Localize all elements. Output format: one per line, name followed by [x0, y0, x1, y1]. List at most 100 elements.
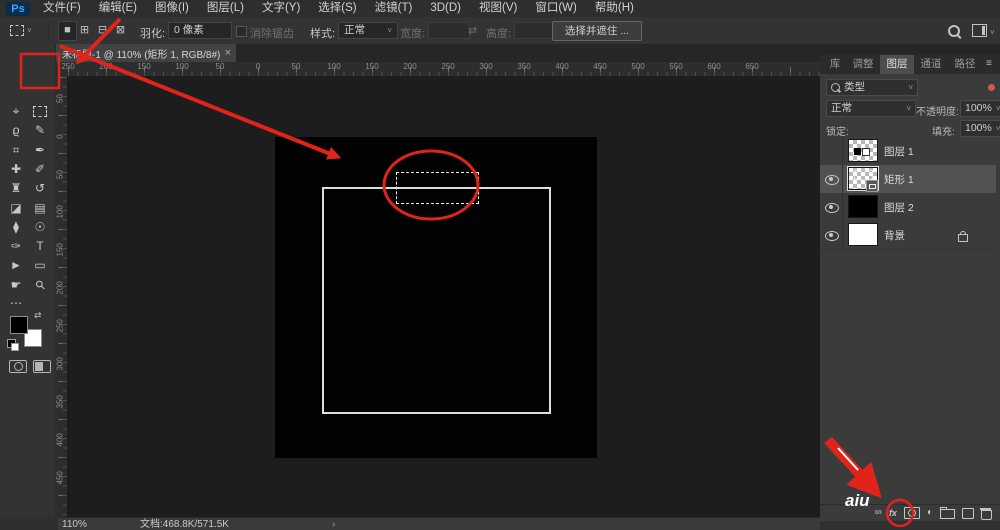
v-ruler-label: 0	[56, 131, 65, 143]
menu-view[interactable]: 视图(V)	[470, 0, 526, 17]
zoom-tool[interactable]: ⚲	[29, 276, 51, 294]
new-selection[interactable]: ■	[58, 21, 77, 41]
visibility-toggle-empty[interactable]	[820, 137, 843, 165]
menu-image[interactable]: 图像(I)	[146, 0, 198, 17]
eraser-tool[interactable]: ◪	[5, 199, 27, 217]
canvas[interactable]	[275, 137, 597, 458]
swap-dimensions-icon[interactable]: ⇄	[468, 24, 477, 37]
menu-filter[interactable]: 滤镜(T)	[366, 0, 422, 17]
add-to-selection[interactable]: ⊞	[76, 21, 93, 39]
blend-mode-dropdown[interactable]: 正常 ˅	[826, 100, 916, 117]
zoom-level[interactable]: 110%	[62, 518, 87, 530]
layer-thumbnail[interactable]	[848, 195, 878, 218]
dodge-tool[interactable]: ☉	[29, 218, 51, 236]
new-group-icon[interactable]	[940, 509, 955, 519]
panel-tab-路径[interactable]: 路径	[948, 55, 982, 74]
link-layers-icon[interactable]: ∞	[875, 505, 882, 521]
history-brush-tool[interactable]: ↺	[29, 179, 51, 197]
fill-field[interactable]: 100% ˅	[960, 120, 1000, 137]
brush-tool[interactable]: ✐	[29, 160, 51, 178]
panel-menu-icon[interactable]: ≡	[986, 58, 992, 69]
search-icon[interactable]	[948, 25, 960, 37]
menu-layer[interactable]: 图层(L)	[198, 0, 253, 17]
layer-name[interactable]: 图层 1	[884, 144, 914, 159]
visibility-eye-toggle[interactable]	[820, 193, 843, 221]
menu-file[interactable]: 文件(F)	[34, 0, 90, 17]
blur-tool[interactable]: ⧫	[5, 218, 27, 236]
panel-tab-通道[interactable]: 通道	[914, 55, 948, 74]
quick-selection-tool[interactable]: ✎	[29, 121, 51, 139]
select-and-mask-button[interactable]: 选择并遮住 ...	[552, 21, 642, 41]
delete-layer-icon[interactable]	[981, 510, 992, 520]
layer-style-icon[interactable]: fx	[889, 505, 897, 521]
filter-kind-dropdown[interactable]: 类型 ˅	[826, 79, 918, 96]
tools-panel: ⌖ϱ✎⌗✒✚✐♜↺◪▤⧫☉✑T►▭☛⚲ ⋯ ⇄	[0, 44, 56, 517]
filter-toggle[interactable]	[988, 84, 995, 91]
edit-toolbar-button[interactable]: ⋯	[5, 294, 27, 312]
swap-colors-icon[interactable]: ⇄	[34, 310, 42, 321]
opacity-field[interactable]: 100% ˅	[960, 100, 1000, 117]
height-input[interactable]	[514, 22, 556, 39]
v-ruler-label: 200	[56, 283, 65, 295]
style-dropdown[interactable]: 正常 ˅	[338, 22, 398, 39]
chevron-down-icon[interactable]: ˅	[990, 28, 995, 37]
chevron-down-icon: ˅	[27, 26, 32, 35]
layer-row[interactable]: 背景	[820, 221, 996, 250]
feather-input[interactable]: 0 像素	[168, 22, 232, 39]
visibility-eye-toggle[interactable]	[820, 165, 843, 193]
clone-stamp-tool[interactable]: ♜	[5, 179, 27, 197]
document-tab[interactable]: 未标题-1 @ 110% (矩形 1, RGB/8#) * ×	[56, 44, 236, 62]
crop-tool[interactable]: ⌗	[5, 141, 27, 159]
eyedropper-tool[interactable]: ✒	[29, 141, 51, 159]
v-ruler-label: 50	[56, 169, 65, 181]
menu-select[interactable]: 选择(S)	[309, 0, 365, 17]
pen-tool[interactable]: ✑	[5, 237, 27, 255]
lasso-tool[interactable]: ϱ	[5, 121, 27, 139]
panel-tab-调整[interactable]: 调整	[846, 55, 880, 74]
spot-healing-brush-tool[interactable]: ✚	[5, 160, 27, 178]
menu-3d[interactable]: 3D(D)	[421, 0, 470, 17]
rectangle-tool[interactable]: ▭	[29, 256, 51, 274]
add-layer-mask-icon[interactable]	[904, 507, 920, 519]
hand-tool[interactable]: ☛	[5, 276, 27, 294]
h-ruler-label: 500	[631, 62, 644, 71]
layer-thumbnail[interactable]	[848, 139, 878, 162]
menu-window[interactable]: 窗口(W)	[526, 0, 586, 17]
menu-type[interactable]: 文字(Y)	[253, 0, 309, 17]
visibility-eye-toggle[interactable]	[820, 221, 843, 249]
h-ruler-label: 100	[175, 62, 188, 71]
layer-thumbnail[interactable]	[848, 223, 878, 246]
horizontal-ruler[interactable]: 2502001501005005010015020025030035040045…	[67, 62, 820, 77]
layer-row[interactable]: 矩形 1	[820, 165, 996, 194]
tool-preset-picker[interactable]: ˅	[6, 21, 44, 40]
quick-mask-button[interactable]	[9, 360, 27, 373]
pasteboard[interactable]	[67, 76, 820, 517]
move-tool[interactable]: ⌖	[5, 102, 27, 120]
gradient-tool[interactable]: ▤	[29, 199, 51, 217]
path-selection-tool[interactable]: ►	[5, 256, 27, 274]
close-tab-icon[interactable]: ×	[225, 47, 236, 59]
status-chevron-icon[interactable]: ›	[332, 518, 335, 530]
layer-row[interactable]: 图层 2	[820, 193, 996, 222]
intersect-selection[interactable]: ⊠	[112, 21, 129, 39]
type-tool[interactable]: T	[29, 237, 51, 255]
subtract-from-selection[interactable]: ⊟	[94, 21, 111, 39]
layer-name[interactable]: 背景	[884, 228, 905, 243]
new-layer-icon[interactable]	[962, 508, 974, 519]
rectangular-marquee-tool[interactable]	[29, 102, 51, 120]
menu-edit[interactable]: 编辑(E)	[90, 0, 146, 17]
layer-row[interactable]: 图层 1	[820, 137, 996, 166]
panel-tab-库[interactable]: 库	[824, 55, 846, 74]
layer-name[interactable]: 图层 2	[884, 200, 914, 215]
workspace-switcher-icon[interactable]	[972, 24, 987, 37]
width-input[interactable]	[428, 22, 470, 39]
foreground-color-swatch[interactable]	[10, 316, 28, 334]
menu-items: 文件(F)编辑(E)图像(I)图层(L)文字(Y)选择(S)滤镜(T)3D(D)…	[34, 0, 643, 17]
default-colors-icon[interactable]	[7, 339, 16, 348]
panel-tab-图层[interactable]: 图层	[880, 55, 914, 74]
menu-help[interactable]: 帮助(H)	[586, 0, 643, 17]
antialias-checkbox[interactable]	[236, 26, 247, 37]
new-adjustment-layer-icon[interactable]: ◐	[927, 505, 933, 521]
screen-mode-button[interactable]	[33, 360, 51, 373]
layer-name[interactable]: 矩形 1	[884, 172, 914, 187]
